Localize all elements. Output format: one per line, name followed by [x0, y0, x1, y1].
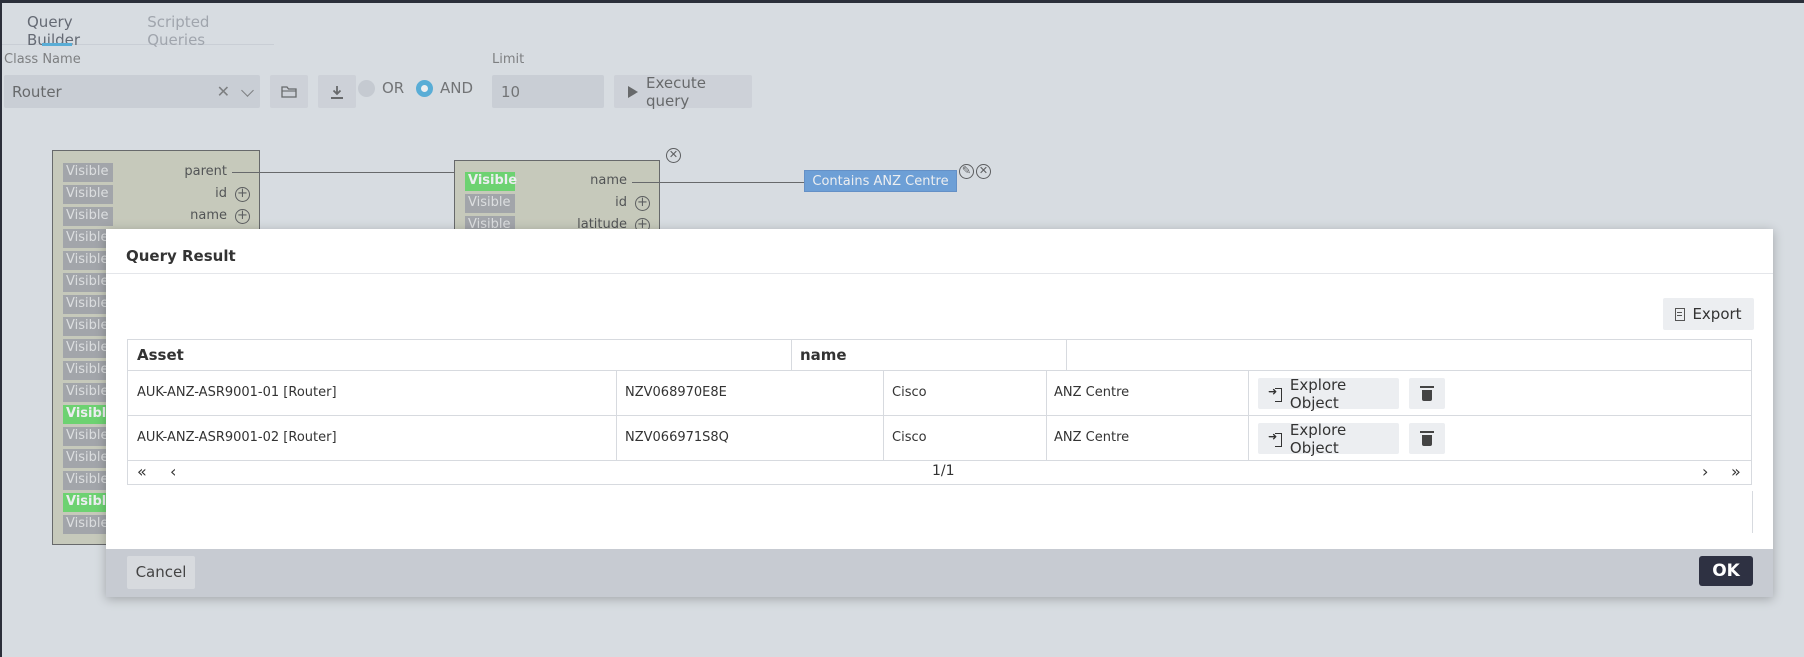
explore-object-button[interactable]: Explore Object: [1258, 420, 1399, 457]
and-label: AND: [440, 79, 474, 97]
dialog-footer: Cancel OK: [106, 549, 1773, 597]
delete-button[interactable]: [1409, 378, 1445, 409]
tab-scripted-queries[interactable]: Scripted Queries: [134, 3, 274, 49]
ok-button[interactable]: OK: [1699, 556, 1753, 586]
tab-query-builder[interactable]: Query Builder: [14, 3, 134, 49]
explore-object-label: Explore Object: [1289, 375, 1347, 412]
trash-icon: [1420, 385, 1434, 401]
limit-label: Limit: [492, 52, 525, 67]
visible-toggle[interactable]: Visible: [63, 207, 113, 226]
download-icon: [331, 85, 343, 99]
column-divider: [616, 416, 617, 460]
add-relation-icon[interactable]: +: [235, 187, 250, 202]
download-button[interactable]: [318, 75, 356, 108]
or-label: OR: [382, 79, 405, 97]
visible-toggle[interactable]: Visible: [465, 194, 515, 213]
class-name-value: Router: [12, 82, 62, 101]
property-label: parent: [184, 164, 227, 179]
table-header: Asset name: [128, 340, 1751, 371]
cell-asset: AUK-ANZ-ASR9001-01 [Router]: [137, 385, 337, 400]
class-name-select[interactable]: Router ✕: [4, 75, 260, 108]
cell-serial: NZV066971S8Q: [625, 430, 729, 445]
property-label: name: [190, 208, 227, 223]
add-relation-icon[interactable]: +: [235, 209, 250, 224]
cell-serial: NZV068970E8E: [625, 385, 727, 400]
column-divider: [883, 416, 884, 460]
divider: [106, 273, 1773, 274]
visible-toggle[interactable]: Visible: [63, 163, 113, 182]
dialog-title: Query Result: [126, 247, 236, 265]
cell-name: ANZ Centre: [1054, 430, 1130, 445]
column-divider: [791, 340, 792, 370]
login-icon: [1268, 430, 1282, 447]
visible-toggle[interactable]: Visible: [465, 172, 517, 191]
class-name-label: Class Name: [4, 52, 81, 67]
divider: [1752, 491, 1753, 533]
property-label: id: [615, 195, 627, 210]
query-result-dialog: Query Result Export Asset name AUK-ANZ-A…: [106, 229, 1773, 597]
table-row[interactable]: AUK-ANZ-ASR9001-02 [Router] NZV066971S8Q…: [128, 416, 1751, 461]
visible-toggle[interactable]: Visible: [63, 185, 113, 204]
clear-icon[interactable]: ✕: [217, 82, 230, 101]
chevron-down-icon[interactable]: [241, 84, 254, 97]
document-icon: [1675, 307, 1686, 321]
column-header-name[interactable]: name: [800, 346, 847, 364]
column-divider: [1248, 416, 1249, 460]
column-divider: [1248, 371, 1249, 415]
explore-object-button[interactable]: Explore Object: [1258, 375, 1399, 412]
trash-icon: [1420, 430, 1434, 446]
or-radio[interactable]: [358, 80, 375, 97]
execute-query-label: Execute query: [646, 73, 706, 110]
edit-condition-icon[interactable]: ✎: [959, 164, 974, 179]
remove-node-icon[interactable]: ✕: [666, 148, 681, 163]
cell-vendor: Cisco: [892, 385, 927, 400]
next-page-button[interactable]: ›: [1702, 462, 1708, 481]
prev-page-button[interactable]: ‹: [170, 462, 176, 481]
condition-chip[interactable]: Contains ANZ Centre: [804, 170, 957, 192]
login-icon: [1268, 385, 1282, 402]
add-relation-icon[interactable]: +: [635, 196, 650, 211]
column-divider: [1046, 371, 1047, 415]
property-label: name: [590, 173, 627, 188]
export-button[interactable]: Export: [1663, 298, 1754, 330]
result-table: Asset name AUK-ANZ-ASR9001-01 [Router] N…: [127, 339, 1752, 485]
property-label: id: [215, 186, 227, 201]
export-label: Export: [1692, 305, 1742, 323]
and-radio[interactable]: [416, 80, 433, 97]
folder-icon: [281, 86, 297, 98]
cell-asset: AUK-ANZ-ASR9001-02 [Router]: [137, 430, 337, 445]
column-divider: [883, 371, 884, 415]
explore-object-label: Explore Object: [1289, 420, 1347, 457]
pagination: « ‹ 1/1 › »: [128, 461, 1751, 484]
cancel-button[interactable]: Cancel: [127, 556, 195, 589]
first-page-button[interactable]: «: [137, 462, 147, 481]
last-page-button[interactable]: »: [1731, 462, 1741, 481]
column-divider: [1066, 340, 1067, 370]
open-folder-button[interactable]: [270, 75, 308, 108]
table-row[interactable]: AUK-ANZ-ASR9001-01 [Router] NZV068970E8E…: [128, 371, 1751, 416]
page-indicator: 1/1: [932, 463, 955, 479]
delete-button[interactable]: [1409, 423, 1445, 454]
cell-vendor: Cisco: [892, 430, 927, 445]
execute-query-button[interactable]: Execute query: [614, 73, 752, 110]
condition-line: [632, 182, 804, 183]
class-node-location[interactable]: Visible Visible Visible name id + latitude +: [454, 160, 660, 235]
column-header-asset[interactable]: Asset: [137, 346, 184, 364]
tab-bar: Query Builder Scripted Queries: [2, 3, 274, 49]
remove-condition-icon[interactable]: ✕: [976, 164, 991, 179]
relation-line: [232, 172, 454, 173]
column-divider: [1046, 416, 1047, 460]
cell-name: ANZ Centre: [1054, 385, 1130, 400]
limit-input[interactable]: 10: [492, 75, 604, 108]
play-icon: [628, 85, 638, 98]
column-divider: [616, 371, 617, 415]
